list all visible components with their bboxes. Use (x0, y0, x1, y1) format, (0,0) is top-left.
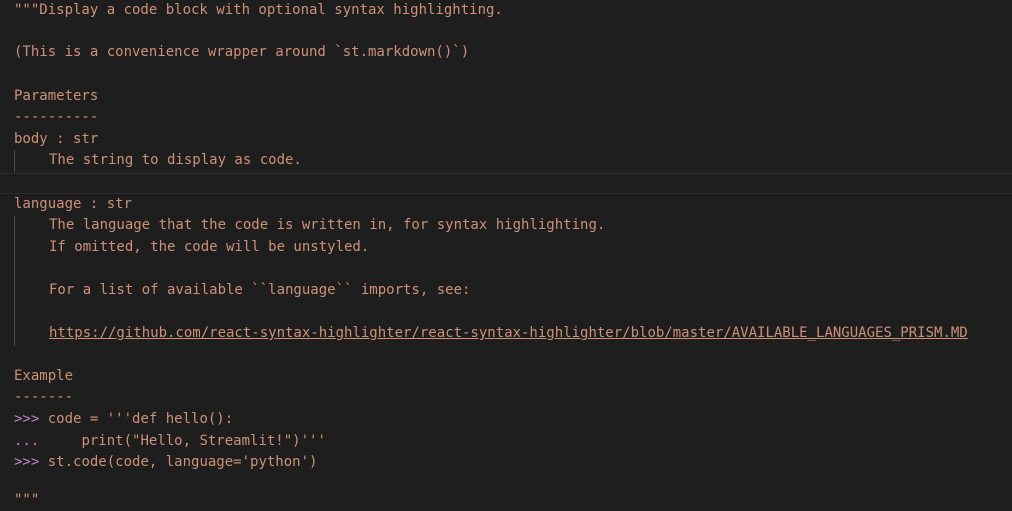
parameters-underline: ---------- (14, 109, 99, 125)
example-line-1: >>> code = '''def hello(): (14, 409, 233, 431)
wrapper-note-line: (This is a convenience wrapper around `s… (14, 44, 470, 60)
docstring-open-line: """Display a code block with optional sy… (14, 2, 503, 18)
code-editor[interactable]: """Display a code block with optional sy… (0, 0, 1012, 511)
divider-line (0, 193, 1012, 194)
example-line-2: ... print("Hello, Streamlit!")''' (14, 431, 326, 453)
example-line-3: >>> st.code(code, language='python') (14, 452, 317, 474)
example-code: print("Hello, Streamlit!")''' (39, 433, 326, 449)
doctest-prompt: >>> (14, 411, 40, 427)
example-code: code = '''def hello(): (39, 411, 234, 427)
indent-guide (14, 150, 15, 172)
param-language-signature: language : str (14, 196, 133, 212)
param-body-description: The string to display as code. (49, 152, 302, 168)
divider-line (0, 173, 1012, 174)
language-list-link[interactable]: https://github.com/react-syntax-highligh… (49, 323, 968, 345)
example-heading: Example (14, 368, 74, 384)
indent-guide (14, 216, 15, 346)
param-language-description-1: The language that the code is written in… (49, 217, 606, 233)
example-underline: ------- (14, 389, 74, 405)
docstring-close-line: """ (14, 492, 40, 508)
parameters-heading: Parameters (14, 88, 99, 104)
param-language-description-2: If omitted, the code will be unstyled. (49, 239, 370, 255)
example-code: st.code(code, language='python') (39, 454, 318, 470)
param-body-signature: body : str (14, 131, 99, 147)
doctest-prompt: >>> (14, 454, 40, 470)
param-language-description-3: For a list of available ``language`` imp… (49, 282, 471, 298)
doctest-continuation: ... (14, 433, 40, 449)
